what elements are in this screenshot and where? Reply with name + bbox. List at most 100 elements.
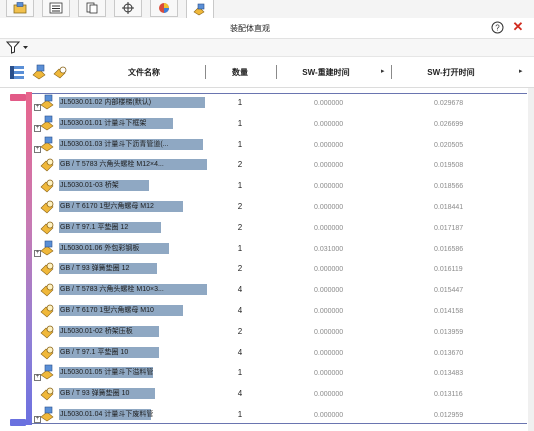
rebuild-time: 0.000000: [314, 183, 344, 191]
list-item[interactable]: GB / T 6170 1型六角螺母 M12 2 0.000000 0.018441: [31, 196, 527, 217]
list-item[interactable]: GB / T 93 弹簧垫圈 10 4 0.000000 0.013116: [31, 383, 527, 404]
component-name: GB / T 97.1 平垫圈 12: [60, 223, 129, 231]
column-menu-arrow-icon[interactable]: ▸: [381, 67, 385, 75]
tab-feature-manager[interactable]: [6, 0, 34, 17]
component-quantity: 1: [237, 139, 243, 149]
list-item[interactable]: GB / T 6170 1型六角螺母 M10 4 0.000000 0.014158: [31, 300, 527, 321]
component-name: GB / T 93 弹簧垫圈 12: [60, 265, 130, 273]
column-name[interactable]: 文件名称: [110, 67, 178, 78]
column-divider[interactable]: [276, 65, 277, 79]
panel-title-bar: 装配体直观 ? ✕: [0, 18, 534, 39]
part-icon: [40, 325, 54, 339]
rebuild-time: 0.000000: [314, 162, 344, 170]
component-name: JL5030.01.02 内部楼梯(默认): [60, 99, 152, 106]
part-icon: [40, 283, 54, 297]
tab-display-manager[interactable]: [150, 0, 178, 17]
component-quantity: 4: [237, 306, 243, 315]
rebuild-time: 0.031000: [314, 245, 344, 253]
assembly-icon: [40, 94, 54, 110]
configuration-manager-icon: [86, 2, 98, 14]
component-name: JL5030.01-03 桥架: [60, 182, 119, 190]
assembly-icon: [40, 406, 54, 422]
list-item[interactable]: GB / T 93 弹簧垫圈 12 2 0.000000 0.016119: [31, 258, 527, 279]
part-icon: [40, 387, 54, 401]
assembly-icon: [40, 365, 54, 380]
list-item[interactable]: GB / T 97.1 平垫圈 10 4 0.000000 0.013670: [31, 342, 527, 363]
column-quantity[interactable]: 数量: [215, 67, 265, 78]
component-name: GB / T 5783 六角头螺栓 M10×3...: [60, 286, 164, 294]
component-quantity: 2: [237, 160, 243, 170]
display-manager-icon: [159, 3, 169, 13]
assembly-visualization-icon: [193, 3, 205, 15]
color-slider-top[interactable]: [10, 94, 26, 101]
list-item[interactable]: + JL5030.01.06 外包彩钢板 1 0.031000 0.016586: [31, 238, 527, 259]
component-name: GB / T 97.1 平垫圈 10: [60, 348, 129, 356]
list-item[interactable]: GB / T 5783 六角头螺栓 M12×4... 2 0.000000 0.019…: [31, 154, 527, 175]
column-divider[interactable]: [205, 65, 206, 79]
tab-assembly-visualization[interactable]: [186, 0, 214, 18]
filter-toolbar: [0, 39, 534, 57]
list-border-bottom: [31, 423, 527, 424]
list-item[interactable]: + JL5030.01.03 计量斗下沥青管道(... 1 0.000000 0.020…: [31, 134, 527, 155]
scrollbar[interactable]: [528, 88, 534, 431]
component-quantity: 1: [237, 243, 243, 253]
column-rebuild-time[interactable]: SW-重建时间: [290, 67, 362, 78]
rebuild-time: 0.000000: [314, 287, 344, 295]
column-menu-arrow-icon[interactable]: ▸: [519, 67, 523, 75]
part-view-icon[interactable]: [52, 64, 68, 80]
dimxpert-icon: [122, 2, 134, 14]
assembly-view-icon[interactable]: [31, 64, 47, 80]
open-time: 0.013483: [434, 370, 464, 378]
rebuild-time: 0.000000: [314, 224, 344, 232]
assembly-icon: [40, 115, 54, 131]
close-icon[interactable]: ✕: [511, 20, 525, 34]
list-item[interactable]: JL5030.01-02 桥架压板 2 0.000000 0.013959: [31, 321, 527, 342]
svg-text:?: ?: [495, 24, 500, 33]
tab-configuration-manager[interactable]: [78, 0, 106, 17]
component-name: JL5030.01.01 计量斗下框架: [60, 119, 147, 127]
component-quantity: 2: [237, 202, 243, 211]
column-header: 文件名称 数量 SW-重建时间 ▸ SW-打开时间 ▸: [0, 57, 534, 88]
open-time: 0.019508: [434, 162, 464, 170]
list-view-icon[interactable]: [9, 64, 25, 80]
part-icon: [40, 221, 54, 235]
list-item[interactable]: GB / T 5783 六角头螺栓 M10×3... 4 0.000000 0.015…: [31, 279, 527, 300]
component-list: + JL5030.01.02 内部楼梯(默认) 1 0.000000 0.029678 +…: [0, 88, 534, 431]
list-item[interactable]: GB / T 97.1 平垫圈 12 2 0.000000 0.017187: [31, 217, 527, 238]
component-name: GB / T 93 弹簧垫圈 10: [60, 390, 130, 398]
tab-property-manager[interactable]: [42, 0, 70, 17]
component-quantity: 4: [237, 347, 243, 357]
filter-icon[interactable]: [6, 41, 32, 54]
open-time: 0.020505: [434, 141, 464, 149]
component-quantity: 1: [237, 410, 243, 419]
list-item[interactable]: + JL5030.01.05 计量斗下溢料管 1 0.000000 0.013483: [31, 362, 527, 383]
help-icon[interactable]: ?: [491, 21, 504, 34]
component-quantity: 1: [237, 181, 243, 191]
list-item[interactable]: + JL5030.01.01 计量斗下框架 1 0.000000 0.026699: [31, 113, 527, 134]
tab-dimxpert-manager[interactable]: [114, 0, 142, 17]
list-item[interactable]: + JL5030.01.04 计量斗下废料管 1 0.000000 0.012959: [31, 404, 527, 425]
component-name: GB / T 6170 1型六角螺母 M10: [60, 307, 154, 314]
component-quantity: 2: [237, 326, 243, 336]
rebuild-time: 0.000000: [314, 120, 344, 128]
open-time: 0.016119: [434, 266, 463, 274]
component-name: JL5030.01.06 外包彩钢板: [60, 244, 140, 252]
rebuild-time: 0.000000: [314, 204, 344, 211]
component-name: JL5030.01.05 计量斗下溢料管: [60, 369, 154, 377]
column-divider[interactable]: [391, 65, 392, 79]
manager-tab-bar: [0, 0, 534, 19]
open-time: 0.026699: [434, 120, 464, 128]
color-slider-bottom[interactable]: [10, 419, 26, 426]
assembly-icon: [40, 136, 54, 151]
open-time: 0.018566: [434, 183, 464, 191]
open-time: 0.029678: [434, 100, 464, 107]
component-name: GB / T 6170 1型六角螺母 M12: [60, 203, 154, 210]
column-open-time[interactable]: SW-打开时间: [415, 67, 487, 78]
component-quantity: 1: [237, 118, 243, 128]
rebuild-time: 0.000000: [314, 100, 344, 107]
component-name: JL5030.01.03 计量斗下沥青管道(...: [60, 140, 169, 148]
list-item[interactable]: + JL5030.01.02 内部楼梯(默认) 1 0.000000 0.029678: [31, 92, 527, 113]
list-item[interactable]: JL5030.01-03 桥架 1 0.000000 0.018566: [31, 175, 527, 196]
rebuild-time: 0.000000: [314, 349, 344, 357]
rebuild-time: 0.000000: [314, 308, 344, 315]
